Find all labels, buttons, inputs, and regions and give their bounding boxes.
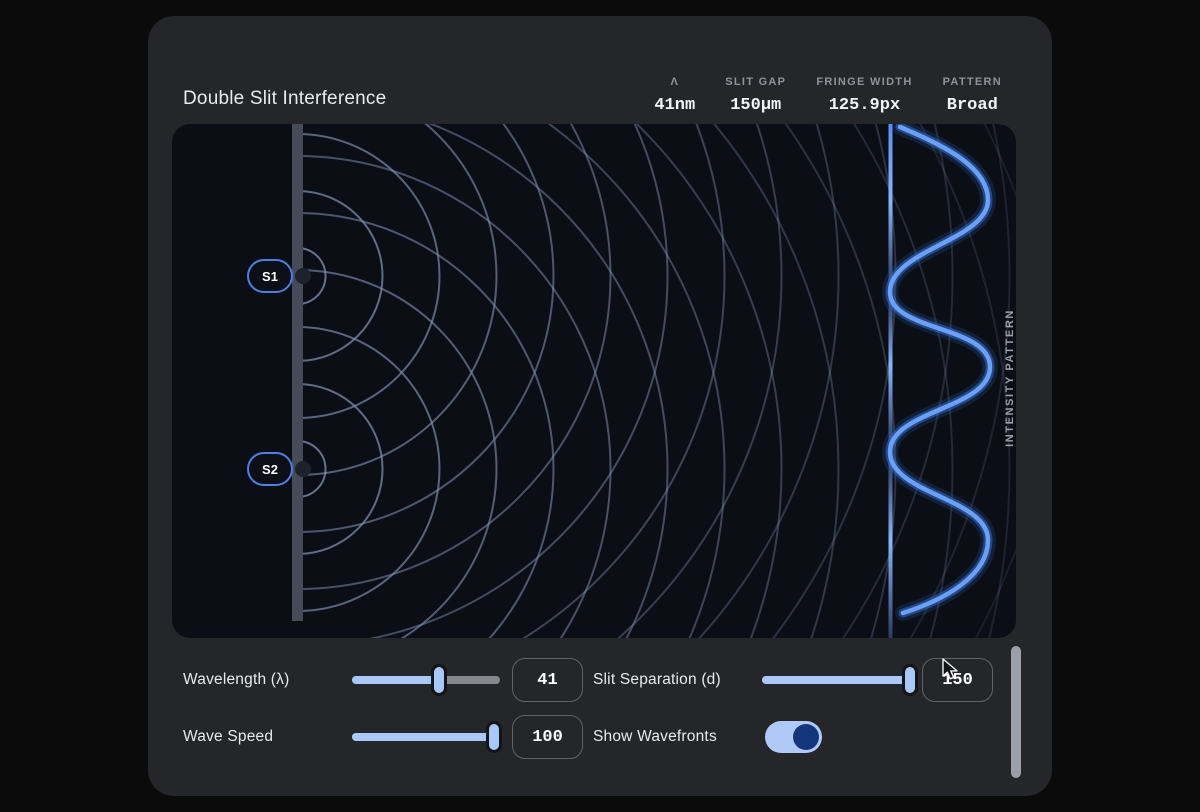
slit-2-opening: [295, 461, 311, 477]
stat-wavelength: Λ 41nm: [654, 76, 695, 115]
stat-slit-gap-label: SLIT GAP: [725, 76, 786, 88]
wavelength-slider[interactable]: [352, 664, 500, 696]
source-1-badge: S1: [247, 259, 293, 293]
stat-pattern: PATTERN Broad: [943, 76, 1002, 115]
mouse-cursor-icon: [941, 658, 963, 682]
intensity-curve: [890, 127, 990, 613]
source-1-label: S1: [262, 269, 278, 284]
wavelength-value: 41: [537, 671, 557, 690]
wave-speed-value: 100: [532, 728, 563, 747]
wavelength-slider-thumb[interactable]: [431, 664, 447, 696]
stat-fringe-width-label: FRINGE WIDTH: [816, 76, 912, 88]
slit-separation-label: Slit Separation (d): [593, 671, 721, 689]
show-wavefronts-label: Show Wavefronts: [593, 728, 717, 746]
slit-separation-slider-fill: [762, 676, 910, 684]
slit-separation-slider[interactable]: [762, 664, 915, 696]
stat-fringe-width-value: 125.9px: [829, 96, 900, 115]
stat-pattern-label: PATTERN: [943, 76, 1002, 88]
controls-scrollbar[interactable]: [1011, 646, 1021, 778]
source-2-label: S2: [262, 462, 278, 477]
stats-bar: Λ 41nm SLIT GAP 150μm FRINGE WIDTH 125.9…: [654, 76, 1002, 115]
intensity-pattern-axis-label: INTENSITY PATTERN: [1004, 309, 1016, 447]
stat-pattern-value: Broad: [947, 96, 998, 115]
stat-slit-gap: SLIT GAP 150μm: [725, 76, 786, 115]
show-wavefronts-toggle-knob: [793, 724, 819, 750]
stat-fringe-width: FRINGE WIDTH 125.9px: [816, 76, 912, 115]
app-panel: Double Slit Interference Λ 41nm SLIT GAP…: [148, 16, 1052, 796]
simulation-canvas[interactable]: S1 S2 INTENSITY PATTERN: [172, 124, 1016, 638]
page-title: Double Slit Interference: [183, 88, 386, 110]
stat-wavelength-label: Λ: [670, 76, 679, 88]
source-2-badge: S2: [247, 452, 293, 486]
show-wavefronts-toggle[interactable]: [765, 721, 822, 753]
wave-speed-slider-fill: [352, 733, 494, 741]
wavelength-slider-fill: [352, 676, 439, 684]
slit-1-opening: [295, 268, 311, 284]
wave-speed-slider-thumb[interactable]: [486, 721, 502, 753]
slit-barrier: [292, 124, 303, 621]
wavelength-label: Wavelength (λ): [183, 671, 289, 689]
stat-wavelength-value: 41nm: [654, 96, 695, 115]
wave-speed-slider[interactable]: [352, 721, 500, 753]
wave-speed-label: Wave Speed: [183, 728, 273, 746]
stat-slit-gap-value: 150μm: [730, 96, 781, 115]
wave-speed-value-box[interactable]: 100: [512, 715, 583, 759]
wave-simulation-svg: [172, 124, 1016, 638]
wavelength-value-box[interactable]: 41: [512, 658, 583, 702]
slit-separation-slider-thumb[interactable]: [902, 664, 918, 696]
